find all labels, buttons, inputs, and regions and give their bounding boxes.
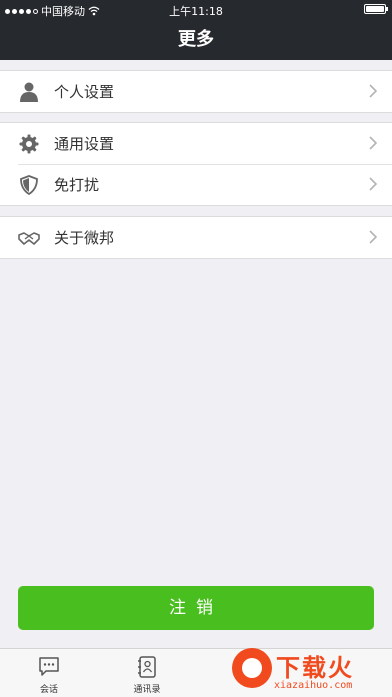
- general-settings-label: 通用设置: [54, 135, 115, 153]
- personal-settings-item[interactable]: 个人设置: [0, 71, 392, 112]
- tab-conversations-label: 会话: [39, 685, 58, 695]
- settings-group-personal: 个人设置: [0, 70, 392, 113]
- chevron-right-icon: [369, 84, 378, 98]
- settings-group-about: 关于微邦: [0, 216, 392, 259]
- flame-logo-icon: [232, 648, 272, 688]
- chat-bubble-icon: [39, 657, 59, 676]
- about-label: 关于微邦: [54, 229, 115, 247]
- chevron-right-icon: [369, 230, 378, 244]
- contacts-book-icon: [138, 656, 156, 678]
- watermark-url: xiazaihuo.com: [274, 680, 353, 691]
- battery-icon: [364, 4, 388, 14]
- status-time: 上午11:18: [169, 5, 223, 18]
- watermark-logo: 下载火 xiazaihuo.com: [232, 646, 392, 696]
- tab-contacts[interactable]: 通讯录: [112, 649, 182, 697]
- nav-bar: 更多: [0, 20, 392, 60]
- settings-group-general: 通用设置 免打扰: [0, 122, 392, 206]
- person-icon: [18, 81, 40, 103]
- logout-button[interactable]: 注销: [18, 586, 374, 630]
- personal-settings-label: 个人设置: [54, 83, 115, 101]
- watermark-title: 下载火: [276, 654, 354, 682]
- tab-contacts-label: 通讯录: [133, 685, 161, 695]
- page-title: 更多: [178, 29, 214, 50]
- general-settings-item[interactable]: 通用设置: [0, 123, 392, 164]
- gear-icon: [18, 133, 40, 155]
- do-not-disturb-item[interactable]: 免打扰: [0, 164, 392, 205]
- tab-conversations[interactable]: 会话: [14, 649, 84, 697]
- chevron-right-icon: [369, 177, 378, 191]
- shield-icon: [18, 174, 40, 196]
- about-item[interactable]: 关于微邦: [0, 217, 392, 258]
- handshake-icon: [18, 227, 40, 249]
- chevron-right-icon: [369, 136, 378, 150]
- status-bar: 中国移动 上午11:18: [0, 0, 392, 20]
- do-not-disturb-label: 免打扰: [54, 176, 100, 194]
